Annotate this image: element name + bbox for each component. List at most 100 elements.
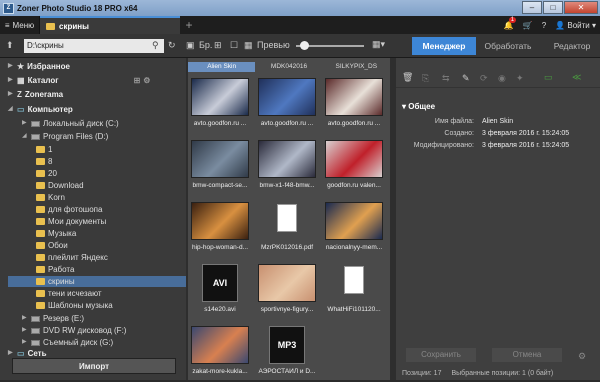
sidebar-item-korn[interactable]: Korn [36,192,65,203]
sidebar-item-drive-c[interactable]: ▶ Локальный диск (C:) [22,118,119,129]
gear-icon[interactable]: ⚙ [143,75,150,86]
folder-icon [36,170,45,177]
folder-icon [36,158,45,165]
eye-icon[interactable]: ◉ [498,73,506,84]
sidebar-item-my-docs[interactable]: Мои документы [36,216,106,227]
sidebar-item-label: плейлит Яндекс [48,253,108,262]
tab-manager[interactable]: Менеджер [412,37,476,55]
thumbnail-label: MzrPK012016.pdf [260,244,314,251]
gear-icon[interactable]: ⚙ [578,351,586,362]
copy-icon[interactable]: ⎘ [422,73,429,84]
folder-mdk[interactable]: MDK042016 [255,62,322,72]
thumbnail-item[interactable]: AVI s14e20.avi [188,260,252,320]
thumbnail-item[interactable]: sportivnye-figury... [255,260,319,320]
thumbnail-item[interactable]: avto.goodfon.ru ... [322,74,386,134]
sidebar-item-skriny[interactable]: скрины [8,276,186,287]
chevron-down-icon: ◢ [22,133,27,139]
maximize-button[interactable]: □ [543,1,563,14]
preview-label[interactable]: Превью [257,40,290,50]
notifications-button[interactable]: 🔔 1 [504,16,517,30]
tab-skriny[interactable]: скрины [40,16,180,34]
export-icon[interactable]: ▭ [544,72,553,83]
sidebar-item-folder-20[interactable]: 20 [36,168,57,179]
sidebar-item-label: Работа [48,265,75,274]
tag-icon[interactable]: ✦ [516,73,524,84]
sidebar-item-download[interactable]: Download [36,180,84,191]
usb-drive-icon [31,339,40,346]
folder-icon [36,194,45,201]
menu-button[interactable]: ≡ Меню [0,16,40,34]
layout-icon[interactable]: ▦ [244,40,253,51]
thumbnail-item[interactable]: hip-hop-woman-d... [188,198,252,258]
browse-label[interactable]: Бр. [199,40,212,50]
thumbnail-item[interactable]: WhatHiFi101120... [322,260,386,320]
sidebar-item-favorites[interactable]: ▶ ★ Избранное [8,61,70,72]
grid-view-icon[interactable]: ▦▾ [372,39,385,50]
save-button[interactable]: Сохранить [406,348,476,362]
sidebar-item-drive-g[interactable]: ▶ Съемный диск (G:) [22,337,113,348]
folder-icon [36,182,45,189]
thumbnail-item[interactable]: nacionalnyy-mem... [322,198,386,258]
prop-row: Имя файла: Alien Skin [396,118,600,128]
login-button[interactable]: 👤 Войти ▾ [555,21,596,30]
folder-silkypix[interactable]: SILKYPIX_DS [323,62,390,72]
photo-thumbnail [325,140,383,178]
sidebar-item-folder-1[interactable]: 1 [36,144,52,155]
sidebar-item-folder-8[interactable]: 8 [36,156,52,167]
rotate-icon[interactable]: ⟳ [480,73,488,84]
sidebar-item-templates[interactable]: Шаблоны музыка [36,300,113,311]
chevron-down-icon: ◢ [8,106,13,112]
slider-knob[interactable] [300,41,309,50]
browse-folder-icon[interactable]: ▣ [186,40,195,51]
sidebar-item-shadows[interactable]: тени исчезают [36,288,102,299]
thumbnail-item[interactable]: avto.goodfon.ru ... [188,74,252,134]
photo-thumbnail [191,202,249,240]
search-icon[interactable]: ⚲ [152,40,159,51]
thumbnail-item[interactable]: goodfon.ru valen... [322,136,386,196]
tab-editor[interactable]: Редактор [540,37,600,55]
cart-icon[interactable]: 🛒 [523,21,533,30]
sidebar-item-playlist[interactable]: плейлит Яндекс [36,252,108,263]
prop-value: 3 февраля 2016 г. 15:24:05 [482,130,570,137]
sidebar-item-drive-d[interactable]: ◢ Program Files (D:) [22,131,108,142]
user-icon: 👤 [555,20,566,30]
refresh-icon[interactable]: ↻ [168,40,176,51]
sidebar-item-photoshop[interactable]: для фотошопа [36,204,102,215]
folder-alien-skin[interactable]: Alien Skin [188,62,256,72]
tab-process[interactable]: Обработать [476,37,540,55]
sidebar-item-drive-f[interactable]: ▶ DVD RW дисковод (F:) [22,325,126,336]
import-button[interactable]: Импорт [12,358,176,374]
help-icon[interactable]: ? [542,21,546,30]
thumbnail-item[interactable]: avto.goodfon.ru ... [255,74,319,134]
photo-thumbnail [191,326,249,364]
add-icon[interactable]: ⊞ [134,75,141,86]
sidebar-item-work[interactable]: Работа [36,264,74,275]
sidebar-item-zonerama[interactable]: ▶ Z Zonerama [8,89,63,100]
trash-icon[interactable]: 🗑 [402,72,413,83]
move-icon[interactable]: ⇆ [442,73,450,84]
sidebar-item-label: Program Files (D:) [43,132,109,141]
cancel-button[interactable]: Отмена [492,348,562,362]
zoom-slider[interactable] [296,41,364,50]
thumbnail-item[interactable]: MzrPK012016.pdf [255,198,319,258]
thumbnail-item[interactable]: bmw-x1-f48-bmw... [255,136,319,196]
sidebar-item-drive-e[interactable]: ▶ Резерв (E:) [22,313,84,324]
general-section-title[interactable]: ▾ Общее [402,102,435,111]
edit-icon[interactable]: ✎ [462,73,470,84]
close-button[interactable]: ✕ [564,1,598,14]
folder-add-icon[interactable]: ⊞ [214,40,222,51]
thumbnail-item[interactable]: bmw-compact-se... [188,136,252,196]
checkbox-icon[interactable]: ☐ [230,40,238,51]
add-tab-button[interactable]: + [180,18,198,32]
folder-icon [36,266,45,273]
share-icon[interactable]: ≪ [572,72,581,83]
sidebar-item-wallpapers[interactable]: Обои [36,240,68,251]
sidebar-item-catalog[interactable]: ▶ ▦ Каталог ⊞ ⚙ [8,75,150,86]
thumbnail-item[interactable]: zakat-more-kukla... [188,322,252,382]
sidebar-item-computer[interactable]: ◢ ▭ Компьютер [8,104,73,115]
folder-up-icon[interactable]: ⬆ [6,40,14,51]
path-input[interactable]: D:\скрины [24,39,164,53]
thumbnail-item[interactable]: MP3 АЭРОСТАЙЛ и D... [255,322,319,382]
minimize-button[interactable]: – [522,1,542,14]
sidebar-item-music[interactable]: Музыка [36,228,76,239]
